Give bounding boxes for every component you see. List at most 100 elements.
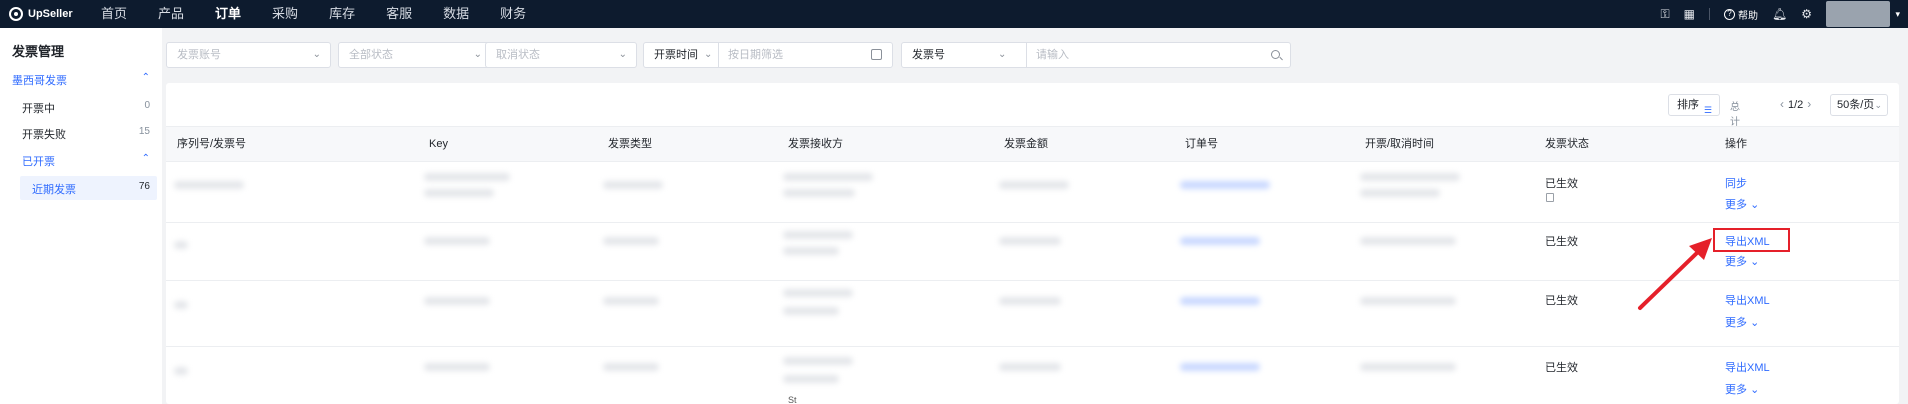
- search-type-select[interactable]: 发票号: [912, 49, 945, 61]
- sidebar-item-count: 15: [138, 126, 150, 137]
- blurred-cell: [783, 289, 853, 297]
- export-xml-link[interactable]: 导出XML: [1725, 359, 1770, 375]
- column-header: 发票类型: [608, 138, 652, 150]
- column-header: 发票状态: [1545, 138, 1589, 150]
- sort-button[interactable]: 排序 ☰: [1668, 94, 1720, 116]
- column-header: 序列号/发票号: [177, 138, 247, 150]
- nav-item-inventory[interactable]: 库存: [329, 0, 355, 28]
- more-dropdown[interactable]: 更多 ⌄: [1725, 253, 1759, 269]
- chevron-down-icon: ⌄: [1750, 384, 1760, 396]
- select-placeholder: 发票账号: [177, 49, 221, 61]
- table-row: 已生效 导出XML 更多 ⌄: [166, 281, 1899, 347]
- blurred-order-link[interactable]: [1180, 363, 1260, 371]
- date-type-select[interactable]: 开票时间: [654, 49, 698, 61]
- nav-item-products[interactable]: 产品: [158, 0, 184, 28]
- pagination: ‹ 1/2 ›: [1776, 97, 1815, 111]
- calendar-icon[interactable]: [871, 49, 882, 60]
- brand-logo[interactable]: UpSeller: [9, 7, 101, 21]
- chevron-down-icon: ⌄: [618, 49, 627, 60]
- search-input[interactable]: 请输入: [1036, 43, 1069, 67]
- gear-icon[interactable]: ⚙: [1801, 7, 1812, 21]
- chevron-down-icon: ⌄: [1750, 256, 1760, 268]
- more-dropdown[interactable]: 更多 ⌄: [1725, 314, 1759, 330]
- column-header: 开票/取消时间: [1365, 138, 1435, 150]
- column-header: 发票金额: [1004, 138, 1048, 150]
- column-header: Key: [429, 138, 448, 150]
- export-xml-link[interactable]: 导出XML: [1725, 292, 1770, 308]
- next-page-icon[interactable]: ›: [1807, 97, 1811, 111]
- blurred-order-link[interactable]: [1180, 237, 1260, 245]
- blurred-cell: [603, 181, 663, 189]
- chevron-down-icon: ⌄: [473, 49, 482, 60]
- sidebar-item-count: 76: [138, 181, 150, 192]
- divider: [718, 43, 719, 67]
- table-row: 已生效 导出XML 更多 ⌄: [166, 223, 1899, 281]
- page-size-label: 50条/页: [1837, 99, 1875, 111]
- nav-item-customer-service[interactable]: 客服: [386, 0, 412, 28]
- blurred-cell: [999, 297, 1061, 305]
- status-text: 已生效: [1545, 295, 1578, 307]
- bell-icon[interactable]: 🔔︎: [1772, 7, 1787, 21]
- chevron-up-icon[interactable]: ⌃: [142, 153, 150, 164]
- column-header: 发票接收方: [788, 138, 843, 150]
- date-range-input[interactable]: 按日期筛选: [728, 43, 783, 67]
- chevron-up-icon[interactable]: ⌃: [142, 72, 150, 83]
- avatar[interactable]: [1826, 1, 1890, 27]
- chevron-down-icon: ⌄: [1874, 100, 1882, 110]
- sidebar-group-issued[interactable]: 已开票: [22, 153, 55, 169]
- chevron-down-icon[interactable]: ▾: [1895, 9, 1900, 20]
- blurred-cell: [783, 247, 839, 255]
- sidebar-item-count: 0: [144, 100, 150, 111]
- sidebar-group-mexico-invoices[interactable]: 墨西哥发票: [12, 72, 67, 88]
- help-circle-icon: ?: [1724, 8, 1735, 20]
- search-filter[interactable]: 发票号 ⌄ 请输入: [901, 42, 1291, 68]
- chevron-down-icon: ⌄: [704, 49, 713, 60]
- document-icon[interactable]: [1546, 193, 1554, 202]
- blurred-cell: [424, 297, 490, 305]
- more-dropdown[interactable]: 更多 ⌄: [1725, 381, 1759, 397]
- chevron-down-icon: ⌄: [1750, 199, 1760, 211]
- blurred-cell: [424, 363, 490, 371]
- status-select[interactable]: 全部状态 ⌄: [338, 42, 492, 68]
- blurred-cell: [424, 189, 494, 197]
- blurred-order-link[interactable]: [1180, 181, 1270, 189]
- sidebar-title: 发票管理: [12, 44, 65, 59]
- blurred-cell: [174, 367, 188, 375]
- blurred-cell: [1360, 363, 1456, 371]
- more-label: 更多: [1725, 199, 1747, 211]
- nav-item-finance[interactable]: 财务: [500, 0, 526, 28]
- blurred-cell: [603, 363, 659, 371]
- blurred-cell: [783, 375, 839, 383]
- status-text: 已生效: [1545, 362, 1578, 374]
- nav-item-purchase[interactable]: 采购: [272, 0, 298, 28]
- sidebar-item-failed[interactable]: 开票失败: [22, 126, 66, 142]
- sidebar-item-issuing[interactable]: 开票中: [22, 100, 55, 116]
- blurred-order-link[interactable]: [1180, 297, 1260, 305]
- invoice-account-select[interactable]: 发票账号 ⌄: [166, 42, 331, 68]
- blurred-cell: [174, 301, 188, 309]
- blurred-cell: [1360, 189, 1440, 197]
- chevron-down-icon: ⌄: [998, 49, 1007, 60]
- stray-text: St: [788, 395, 797, 404]
- date-filter[interactable]: 开票时间 ⌄ 按日期筛选: [643, 42, 893, 68]
- divider: [1709, 8, 1710, 20]
- blurred-cell: [783, 307, 839, 315]
- chevron-down-icon: ⌄: [1750, 317, 1760, 329]
- more-dropdown[interactable]: 更多 ⌄: [1725, 196, 1759, 212]
- status-text: 已生效: [1545, 236, 1578, 248]
- search-icon[interactable]: [1271, 50, 1280, 59]
- nav-item-data[interactable]: 数据: [443, 0, 469, 28]
- help-button[interactable]: ? 帮助: [1724, 7, 1758, 22]
- apps-grid-icon[interactable]: ▦: [1684, 7, 1695, 21]
- key-icon[interactable]: ⚿: [1661, 7, 1670, 22]
- annotation-highlight-box: [1713, 228, 1790, 252]
- cancel-status-select[interactable]: 取消状态 ⌄: [485, 42, 637, 68]
- nav-item-home[interactable]: 首页: [101, 0, 127, 28]
- invoice-list-panel: 排序 ☰ 总计 76 ‹1/2› 50条/页 ⌄ 序列号/发票号 Key 发票类…: [166, 83, 1899, 404]
- page-size-select[interactable]: 50条/页 ⌄: [1830, 94, 1888, 116]
- sync-link[interactable]: 同步: [1725, 175, 1747, 191]
- table-row: 已生效 同步 更多 ⌄: [166, 163, 1899, 223]
- column-header: 操作: [1725, 138, 1747, 150]
- nav-item-orders[interactable]: 订单: [215, 0, 241, 28]
- prev-page-icon[interactable]: ‹: [1780, 97, 1784, 111]
